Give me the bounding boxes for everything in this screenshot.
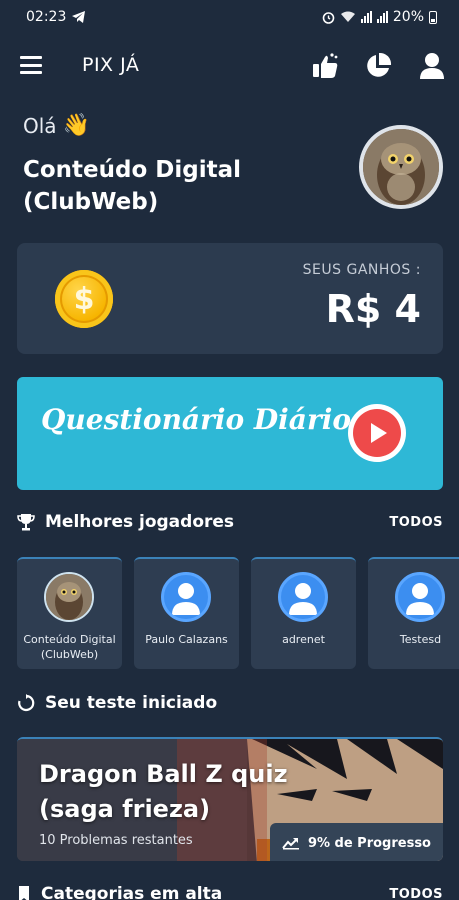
app-title: PIX JÁ [82,54,140,76]
earnings-value: R$ 4 [325,287,421,331]
player-avatar [44,572,94,622]
progress-label: 9% de Progresso [307,835,431,851]
player-card[interactable]: Testesd [368,557,459,669]
default-user-icon [278,572,328,622]
alarm-icon [322,11,335,24]
daily-quiz-title: Questionário Diário [41,403,352,436]
test-title: Dragon Ball Z quiz (saga frieza) [39,760,288,823]
menu-icon[interactable] [20,56,42,74]
player-name: Paulo Calazans [145,633,228,646]
trophy-icon [17,514,35,531]
players-list: Conteúdo Digital (ClubWeb) Paulo Calazan… [17,557,459,669]
default-user-icon [395,572,445,622]
thumbs-up-icon[interactable] [310,51,340,81]
battery-percent: 20% [392,9,424,25]
started-test-header: Seu teste iniciado [17,693,443,713]
telegram-icon [72,11,86,23]
default-user-icon [161,572,211,622]
status-bar: 02:23 20% [0,0,459,34]
earnings-card: $ SEUS GANHOS : R$ 4 [17,243,443,354]
daily-quiz-banner[interactable]: Questionário Diário [17,377,443,490]
wifi-icon [340,11,355,22]
player-card[interactable]: adrenet [251,557,356,669]
earnings-label: SEUS GANHOS : [302,262,421,278]
greeting-text: Olá [23,113,57,138]
refresh-icon [18,694,35,712]
play-icon [371,423,387,443]
greeting: Olá 👋 [23,113,90,138]
player-name: Testesd [399,633,442,646]
trending-up-icon [282,838,299,850]
player-card[interactable]: Conteúdo Digital (ClubWeb) [17,557,122,669]
started-test-card[interactable]: Dragon Ball Z quiz (saga frieza) 10 Prob… [17,737,443,861]
top-players-header: Melhores jogadores TODOS [17,512,443,532]
signal-icon [360,11,372,23]
user-icon[interactable] [417,51,447,81]
play-button[interactable] [348,404,406,462]
player-name: adrenet [282,633,325,646]
status-time: 02:23 [26,9,67,25]
trending-all-link[interactable]: TODOS [389,887,443,900]
trending-title: Categorias em alta [41,884,223,900]
pie-chart-icon[interactable] [363,51,393,81]
trending-header: Categorias em alta TODOS [17,884,443,900]
profile-avatar[interactable] [359,125,443,209]
bookmark-icon [19,886,29,900]
owl-photo [363,129,439,205]
coin-icon: $ [55,270,113,328]
progress-badge: 9% de Progresso [269,823,443,861]
wave-emoji: 👋 [62,113,90,138]
signal-icon-2 [376,11,388,23]
top-players-title: Melhores jogadores [45,512,235,532]
battery-icon [429,10,437,24]
player-name: Conteúdo Digital (ClubWeb) [23,633,116,661]
top-players-all-link[interactable]: TODOS [389,515,443,530]
app-bar: PIX JÁ [0,40,459,94]
test-remaining: 10 Problemas restantes [39,833,193,848]
player-card[interactable]: Paulo Calazans [134,557,239,669]
user-name: Conteúdo Digital (ClubWeb) [23,157,242,215]
started-test-title: Seu teste iniciado [45,693,218,713]
